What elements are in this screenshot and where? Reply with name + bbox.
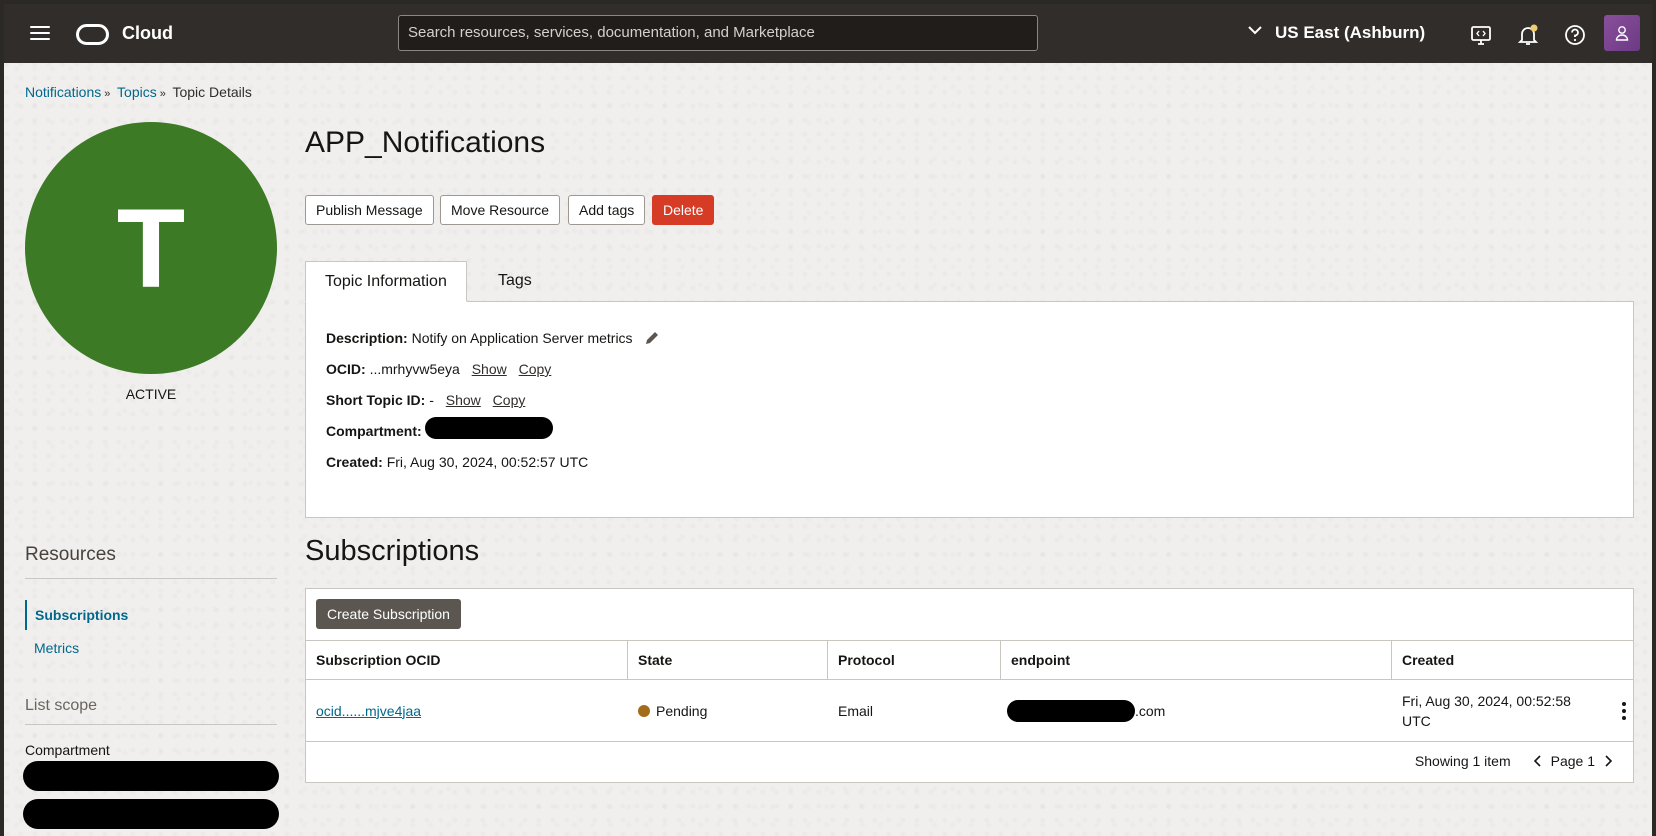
compartment-row: Compartment: xyxy=(326,423,422,439)
bell-icon[interactable] xyxy=(1517,24,1539,46)
short-id-copy-link[interactable]: Copy xyxy=(493,392,526,408)
description-label: Description: xyxy=(326,330,408,346)
brand-label[interactable]: Cloud xyxy=(122,23,173,44)
ocid-value: ...mrhyvw5eya xyxy=(369,361,460,377)
oracle-logo[interactable] xyxy=(76,24,109,45)
menu-icon[interactable] xyxy=(30,26,50,42)
tab-tags[interactable]: Tags xyxy=(479,261,551,302)
sidebar-item-subscriptions[interactable]: Subscriptions xyxy=(25,600,277,630)
column-header-subscription-ocid[interactable]: Subscription OCID xyxy=(306,641,628,680)
divider xyxy=(25,724,277,725)
cell-state: Pending xyxy=(628,680,828,741)
endpoint-redacted xyxy=(1007,699,1135,722)
divider xyxy=(25,578,277,579)
breadcrumb-notifications[interactable]: Notifications xyxy=(25,84,101,100)
column-header-endpoint[interactable]: endpoint xyxy=(1001,641,1392,680)
created-label: Created: xyxy=(326,454,383,470)
pagination: Showing 1 item Page 1 xyxy=(1415,753,1621,769)
publish-message-button[interactable]: Publish Message xyxy=(305,195,434,225)
short-topic-id-value: - xyxy=(429,392,434,408)
breadcrumb-current: Topic Details xyxy=(172,84,252,100)
cell-protocol: Email xyxy=(838,702,874,719)
state-value: Pending xyxy=(656,702,708,719)
showing-count: Showing 1 item xyxy=(1414,753,1511,769)
compartment-label: Compartment: xyxy=(326,423,422,439)
created-date: Fri, Aug 30, 2024, 00:52:58 xyxy=(1402,692,1571,709)
user-avatar[interactable] xyxy=(1604,15,1640,51)
search-input[interactable]: Search resources, services, documentatio… xyxy=(398,15,1038,51)
description-value: Notify on Application Server metrics xyxy=(411,330,633,346)
compartment-select-redacted[interactable] xyxy=(23,761,279,791)
table-header: Subscription OCID State Protocol endpoin… xyxy=(306,640,1633,680)
cell-ocid: ocid......mjve4jaa xyxy=(306,680,628,741)
subscriptions-table-panel: Create Subscription Subscription OCID St… xyxy=(305,588,1634,783)
short-topic-id-row: Short Topic ID: - Show Copy xyxy=(326,392,525,408)
breadcrumb-separator: » xyxy=(159,88,166,100)
page-title: APP_Notifications xyxy=(305,126,546,159)
list-scope-heading: List scope xyxy=(25,697,98,714)
column-header-state[interactable]: State xyxy=(628,641,828,680)
page-number: Page 1 xyxy=(1550,753,1595,769)
breadcrumb-topics[interactable]: Topics xyxy=(117,84,157,100)
breadcrumb: Notifications» Topics» Topic Details xyxy=(25,84,252,100)
cell-endpoint: .com xyxy=(1001,680,1392,741)
previous-page-icon[interactable] xyxy=(1531,754,1545,768)
endpoint-suffix: .com xyxy=(1135,702,1166,719)
region-label: US East (Ashburn) xyxy=(1275,23,1426,42)
ocid-row: OCID: ...mrhyvw5eya Show Copy xyxy=(326,361,551,377)
ocid-copy-link[interactable]: Copy xyxy=(519,361,552,377)
create-subscription-button[interactable]: Create Subscription xyxy=(316,599,461,629)
developer-tools-icon[interactable] xyxy=(1470,24,1492,46)
short-id-show-link[interactable]: Show xyxy=(446,392,481,408)
breadcrumb-separator: » xyxy=(104,88,111,100)
user-icon xyxy=(1615,26,1629,41)
tab-topic-information[interactable]: Topic Information xyxy=(305,261,467,302)
row-actions-menu-icon[interactable] xyxy=(1621,702,1627,720)
topic-information-panel: Description: Notify on Application Serve… xyxy=(305,301,1634,518)
resources-heading: Resources xyxy=(25,544,116,565)
chevron-down-icon xyxy=(1248,26,1262,35)
created-row: Created: Fri, Aug 30, 2024, 00:52:57 UTC xyxy=(326,454,588,470)
compartment-label: Compartment xyxy=(25,742,110,758)
region-selector[interactable]: US East (Ashburn) xyxy=(1248,23,1426,43)
help-icon[interactable] xyxy=(1564,24,1586,46)
created-value: Fri, Aug 30, 2024, 00:52:57 UTC xyxy=(386,454,589,470)
subscription-ocid-link[interactable]: ocid......mjve4jaa xyxy=(316,703,421,719)
sidebar-item-metrics[interactable]: Metrics xyxy=(25,640,277,656)
status-dot-icon xyxy=(638,704,650,717)
top-navigation-bar: Cloud Search resources, services, docume… xyxy=(4,4,1652,63)
created-timezone: UTC xyxy=(1402,712,1431,729)
topic-avatar: T xyxy=(25,122,277,374)
short-topic-id-label: Short Topic ID: xyxy=(326,392,426,408)
move-resource-button[interactable]: Move Resource xyxy=(440,195,561,225)
compartment-value-redacted[interactable] xyxy=(425,417,553,439)
column-header-created[interactable]: Created xyxy=(1392,641,1633,680)
next-page-icon[interactable] xyxy=(1601,754,1615,768)
ocid-show-link[interactable]: Show xyxy=(472,361,507,377)
ocid-label: OCID: xyxy=(326,361,366,377)
cell-created: Fri, Aug 30, 2024, 00:52:58 UTC xyxy=(1392,680,1607,741)
edit-pencil-icon[interactable] xyxy=(644,330,660,346)
redacted-field xyxy=(23,799,279,829)
subscriptions-heading: Subscriptions xyxy=(305,535,480,567)
console-frame: Cloud Search resources, services, docume… xyxy=(4,4,1652,836)
add-tags-button[interactable]: Add tags xyxy=(568,195,646,225)
description-row: Description: Notify on Application Serve… xyxy=(326,330,660,346)
delete-button[interactable]: Delete xyxy=(652,195,715,225)
column-header-protocol[interactable]: Protocol xyxy=(828,641,1001,680)
topic-state-label: ACTIVE xyxy=(125,386,177,402)
table-row: ocid......mjve4jaa Pending Email .com Fr… xyxy=(306,680,1633,742)
